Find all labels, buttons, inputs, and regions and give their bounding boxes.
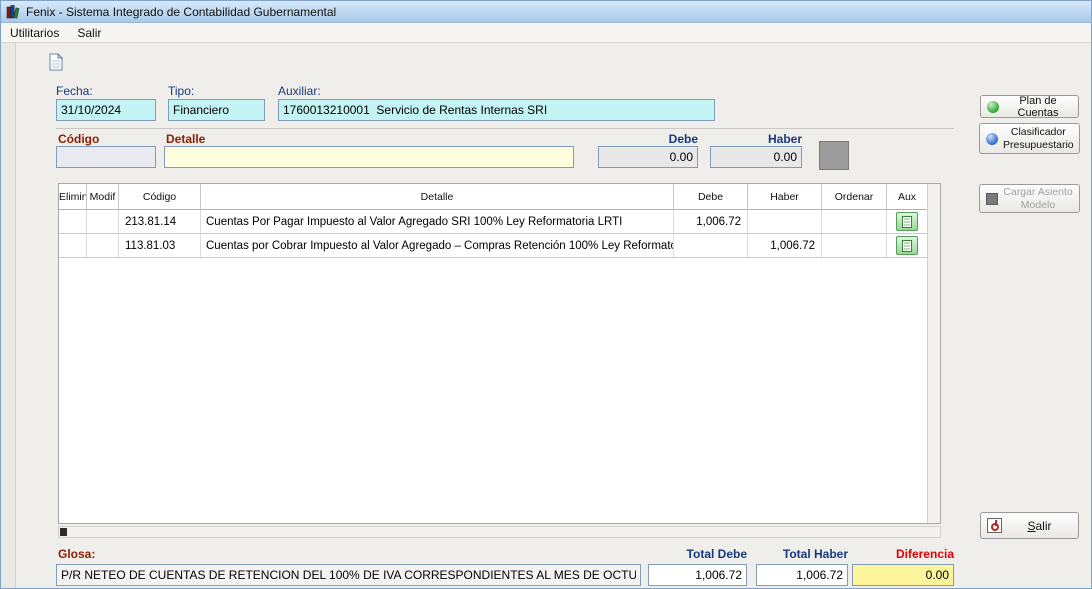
cell-modif[interactable]: [87, 210, 119, 234]
col-header-modif: Modif: [87, 184, 119, 210]
auxiliar-input[interactable]: [278, 99, 715, 121]
col-header-haber: Haber: [748, 184, 822, 210]
plan-cuentas-icon: [987, 101, 999, 113]
total-debe-label: Total Debe: [648, 547, 747, 561]
clasificador-icon: [986, 133, 998, 145]
haber-input[interactable]: [710, 146, 802, 168]
cargar-asiento-modelo-button[interactable]: Cargar Asiento Modelo: [979, 184, 1080, 213]
diferencia-value: [852, 564, 954, 586]
cell-detalle[interactable]: Cuentas por Cobrar Impuesto al Valor Agr…: [201, 234, 674, 258]
tipo-label: Tipo:: [168, 84, 194, 98]
detalle-input[interactable]: [164, 146, 574, 168]
add-entry-button[interactable]: [819, 141, 849, 170]
table-row[interactable]: 213.81.14 Cuentas Por Pagar Impuesto al …: [59, 210, 927, 234]
title-bar[interactable]: Fenix - Sistema Integrado de Contabilida…: [1, 1, 1091, 23]
col-header-debe: Debe: [674, 184, 748, 210]
cargar-asiento-icon: [986, 193, 998, 205]
col-header-detalle: Detalle: [201, 184, 674, 210]
auxiliar-label: Auxiliar:: [278, 84, 321, 98]
app-icon: [6, 4, 21, 19]
entries-table: Elimin Modif Código Detalle Debe Haber O…: [58, 183, 941, 524]
left-panel-edge: [1, 43, 16, 588]
note-icon: [902, 216, 912, 228]
cargar-asiento-label: Cargar Asiento Modelo: [1003, 186, 1073, 210]
total-debe-value: [648, 564, 747, 586]
table-horizontal-scrollbar[interactable]: [58, 526, 941, 538]
col-header-ordenar: Ordenar: [822, 184, 887, 210]
total-haber-label: Total Haber: [756, 547, 848, 561]
cell-debe[interactable]: 1,006.72: [674, 210, 748, 234]
cell-haber[interactable]: [748, 210, 822, 234]
clasificador-label: Clasificador Presupuestario: [1003, 126, 1074, 150]
col-header-aux: Aux: [887, 184, 927, 210]
table-row[interactable]: 113.81.03 Cuentas por Cobrar Impuesto al…: [59, 234, 927, 258]
note-icon: [902, 240, 912, 252]
menu-utilitarios[interactable]: Utilitarios: [1, 24, 68, 42]
tipo-input[interactable]: [168, 99, 265, 121]
scrollbar-thumb[interactable]: [60, 528, 67, 536]
total-haber-value: [756, 564, 848, 586]
plan-de-cuentas-button[interactable]: Plan de Cuentas: [980, 95, 1079, 118]
col-header-codigo: Código: [119, 184, 201, 210]
cell-aux: [887, 234, 927, 258]
window-title: Fenix - Sistema Integrado de Contabilida…: [26, 5, 336, 19]
cell-codigo[interactable]: 113.81.03: [119, 234, 201, 258]
table-header-row: Elimin Modif Código Detalle Debe Haber O…: [59, 184, 927, 210]
clasificador-presupuestario-button[interactable]: Clasificador Presupuestario: [979, 123, 1080, 154]
cell-elimin[interactable]: [59, 234, 87, 258]
app-window: Fenix - Sistema Integrado de Contabilida…: [0, 0, 1092, 589]
glosa-label: Glosa:: [58, 547, 95, 561]
codigo-input[interactable]: [56, 146, 156, 168]
fecha-input[interactable]: [56, 99, 156, 121]
debe-label: Debe: [598, 132, 698, 146]
cell-detalle[interactable]: Cuentas Por Pagar Impuesto al Valor Agre…: [201, 210, 674, 234]
aux-button[interactable]: [896, 212, 918, 231]
diferencia-label: Diferencia: [852, 547, 954, 561]
fecha-label: Fecha:: [56, 84, 93, 98]
cell-debe[interactable]: [674, 234, 748, 258]
salir-label: Salir: [1007, 519, 1072, 533]
aux-button[interactable]: [896, 236, 918, 255]
col-header-elimin: Elimin: [59, 184, 87, 210]
plan-de-cuentas-label: Plan de Cuentas: [1004, 95, 1072, 119]
cell-codigo[interactable]: 213.81.14: [119, 210, 201, 234]
menu-salir[interactable]: Salir: [68, 24, 110, 42]
cell-modif[interactable]: [87, 234, 119, 258]
salir-button[interactable]: Salir: [980, 512, 1079, 539]
cell-elimin[interactable]: [59, 210, 87, 234]
salir-power-icon: [987, 518, 1002, 533]
haber-label: Haber: [710, 132, 802, 146]
separator-line: [56, 128, 954, 129]
debe-input[interactable]: [598, 146, 698, 168]
detalle-label: Detalle: [166, 132, 205, 146]
codigo-label: Código: [58, 132, 99, 146]
glosa-input[interactable]: [56, 564, 641, 586]
menu-bar: Utilitarios Salir: [1, 23, 1091, 43]
cell-haber[interactable]: 1,006.72: [748, 234, 822, 258]
new-document-icon[interactable]: [45, 51, 67, 73]
cell-ordenar[interactable]: [822, 210, 887, 234]
table-vertical-scrollbar[interactable]: [927, 184, 940, 523]
cell-ordenar[interactable]: [822, 234, 887, 258]
cell-aux: [887, 210, 927, 234]
